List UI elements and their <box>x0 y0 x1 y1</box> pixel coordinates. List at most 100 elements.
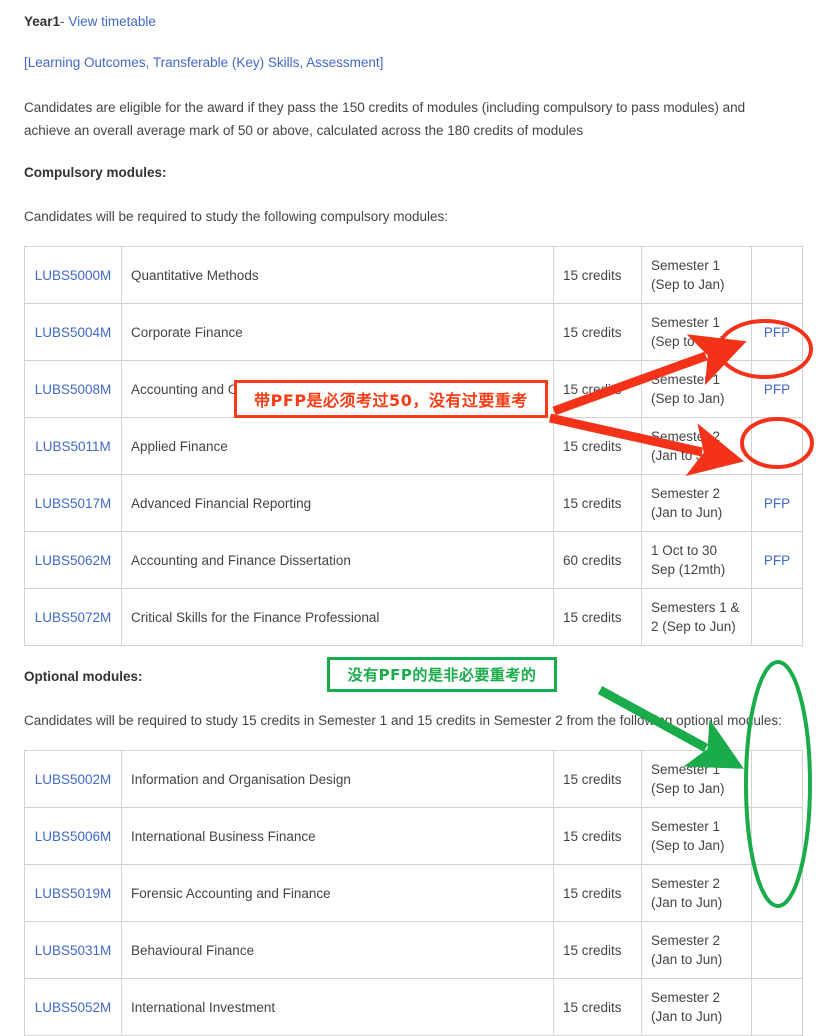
module-semester-cell: Semester 2 (Jan to Jun) <box>641 417 752 475</box>
module-semester-cell: Semester 2 (Jan to Jun) <box>641 474 752 532</box>
module-code-link[interactable]: LUBS5008M <box>35 382 112 397</box>
module-pfp-cell <box>751 417 803 475</box>
module-semester-cell: Semester 1 (Sep to Jan) <box>641 750 752 808</box>
module-title-cell: Forensic Accounting and Finance <box>121 864 554 922</box>
module-title-cell: Corporate Finance <box>121 303 554 361</box>
module-code-cell: LUBS5008M <box>24 360 122 418</box>
module-credits-cell: 15 credits <box>553 921 642 979</box>
module-code-link[interactable]: LUBS5000M <box>35 268 112 283</box>
table-row: LUBS5017M Advanced Financial Reporting 15 … <box>24 474 803 532</box>
module-pfp-cell <box>751 978 803 1036</box>
module-code-link[interactable]: LUBS5004M <box>35 325 112 340</box>
module-pfp-cell <box>751 921 803 979</box>
module-pfp-cell: PFP <box>751 360 803 418</box>
module-credits-cell: 15 credits <box>553 750 642 808</box>
module-credits-cell: 15 credits <box>553 417 642 475</box>
module-title-cell: Information and Organisation Design <box>121 750 554 808</box>
compulsory-modules-heading: Compulsory modules: <box>24 165 167 180</box>
module-credits-cell: 15 credits <box>553 978 642 1036</box>
module-credits-cell: 15 credits <box>553 588 642 646</box>
year-label: Year1 <box>24 14 61 29</box>
table-row: LUBS5002M Information and Organisation De… <box>24 750 803 808</box>
optional-modules-intro: Candidates will be required to study 15 … <box>24 713 782 728</box>
module-title-cell: Quantitative Methods <box>121 246 554 304</box>
module-code-cell: LUBS5006M <box>24 807 122 865</box>
compulsory-modules-intro: Candidates will be required to study the… <box>24 209 448 224</box>
year-separator: - <box>60 14 65 29</box>
table-row: LUBS5004M Corporate Finance 15 credits Seme… <box>24 303 803 361</box>
module-credits-cell: 15 credits <box>553 474 642 532</box>
table-row: LUBS5072M Critical Skills for the Finance… <box>24 588 803 646</box>
table-row: LUBS5008M Accounting and Organisational P… <box>24 360 803 418</box>
module-code-link[interactable]: LUBS5072M <box>35 610 112 625</box>
module-semester-cell: Semester 2 (Jan to Jun) <box>641 978 752 1036</box>
module-semester-cell: Semester 1 (Sep to Jan) <box>641 246 752 304</box>
pfp-link[interactable]: PFP <box>764 496 790 511</box>
module-code-link[interactable]: LUBS5011M <box>35 439 111 454</box>
eligibility-paragraph: Candidates are eligible for the award if… <box>24 100 746 138</box>
module-code-cell: LUBS5017M <box>24 474 122 532</box>
compulsory-modules-table: LUBS5000M Quantitative Methods 15 credits S… <box>24 246 803 646</box>
module-credits-cell: 15 credits <box>553 303 642 361</box>
module-semester-cell: Semester 2 (Jan to Jun) <box>641 921 752 979</box>
module-code-link[interactable]: LUBS5019M <box>35 886 112 901</box>
module-title-cell: Accounting and Finance Dissertation <box>121 531 554 589</box>
module-code-cell: LUBS5062M <box>24 531 122 589</box>
module-pfp-cell: PFP <box>751 474 803 532</box>
learning-outcomes-line: [Learning Outcomes, Transferable (Key) S… <box>24 54 802 72</box>
module-pfp-cell <box>751 246 803 304</box>
module-pfp-cell: PFP <box>751 531 803 589</box>
module-title-cell: Advanced Financial Reporting <box>121 474 554 532</box>
module-pfp-cell <box>751 588 803 646</box>
module-credits-cell: 15 credits <box>553 246 642 304</box>
module-credits-cell: 15 credits <box>553 807 642 865</box>
module-credits-cell: 60 credits <box>553 531 642 589</box>
module-code-link[interactable]: LUBS5052M <box>35 1000 112 1015</box>
module-code-link[interactable]: LUBS5006M <box>35 829 112 844</box>
module-code-link[interactable]: LUBS5031M <box>35 943 112 958</box>
module-title-cell: Applied Finance <box>121 417 554 475</box>
module-pfp-cell <box>751 807 803 865</box>
module-pfp-cell: PFP <box>751 303 803 361</box>
module-title-cell: International Investment <box>121 978 554 1036</box>
table-row: LUBS5062M Accounting and Finance Disserta… <box>24 531 803 589</box>
module-code-cell: LUBS5011M <box>24 417 122 475</box>
module-semester-cell: 1 Oct to 30 Sep (12mth) <box>641 531 752 589</box>
module-semester-cell: Semester 2 (Jan to Jun) <box>641 864 752 922</box>
module-semester-cell: Semester 1 (Sep to Jan) <box>641 303 752 361</box>
module-credits-cell: 15 credits <box>553 360 642 418</box>
module-title-cell: Behavioural Finance <box>121 921 554 979</box>
module-title-cell: Accounting and Organisational Performanc… <box>121 360 554 418</box>
module-code-link[interactable]: LUBS5062M <box>35 553 112 568</box>
programme-catalogue-page: Year1- View timetable [Learning Outcomes… <box>0 0 826 1036</box>
table-row: LUBS5019M Forensic Accounting and Finance… <box>24 864 803 922</box>
module-code-link[interactable]: LUBS5002M <box>35 772 112 787</box>
module-code-cell: LUBS5072M <box>24 588 122 646</box>
module-code-cell: LUBS5031M <box>24 921 122 979</box>
module-semester-cell: Semester 1 (Sep to Jan) <box>641 807 752 865</box>
module-code-cell: LUBS5000M <box>24 246 122 304</box>
pfp-link[interactable]: PFP <box>764 553 790 568</box>
module-pfp-cell <box>751 864 803 922</box>
module-pfp-cell <box>751 750 803 808</box>
module-code-cell: LUBS5004M <box>24 303 122 361</box>
optional-modules-heading: Optional modules: <box>24 669 143 684</box>
pfp-link[interactable]: PFP <box>764 325 790 340</box>
table-row: LUBS5031M Behavioural Finance 15 credits Se… <box>24 921 803 979</box>
module-code-cell: LUBS5019M <box>24 864 122 922</box>
module-credits-cell: 15 credits <box>553 864 642 922</box>
module-semester-cell: Semester 1 (Sep to Jan) <box>641 360 752 418</box>
view-timetable-link[interactable]: View timetable <box>68 14 156 29</box>
table-row: LUBS5006M International Business Finance 1… <box>24 807 803 865</box>
module-code-link[interactable]: LUBS5017M <box>35 496 112 511</box>
module-semester-cell: Semesters 1 & 2 (Sep to Jun) <box>641 588 752 646</box>
table-row: LUBS5011M Applied Finance 15 credits Semest… <box>24 417 803 475</box>
pfp-link[interactable]: PFP <box>764 382 790 397</box>
module-code-cell: LUBS5052M <box>24 978 122 1036</box>
table-row: LUBS5000M Quantitative Methods 15 credits S… <box>24 246 803 304</box>
learning-outcomes-link[interactable]: [Learning Outcomes, Transferable (Key) S… <box>24 55 383 70</box>
module-title-cell: Critical Skills for the Finance Professi… <box>121 588 554 646</box>
year-heading: Year1- View timetable <box>24 0 802 31</box>
module-title-cell: International Business Finance <box>121 807 554 865</box>
optional-modules-table: LUBS5002M Information and Organisation De… <box>24 750 803 1036</box>
